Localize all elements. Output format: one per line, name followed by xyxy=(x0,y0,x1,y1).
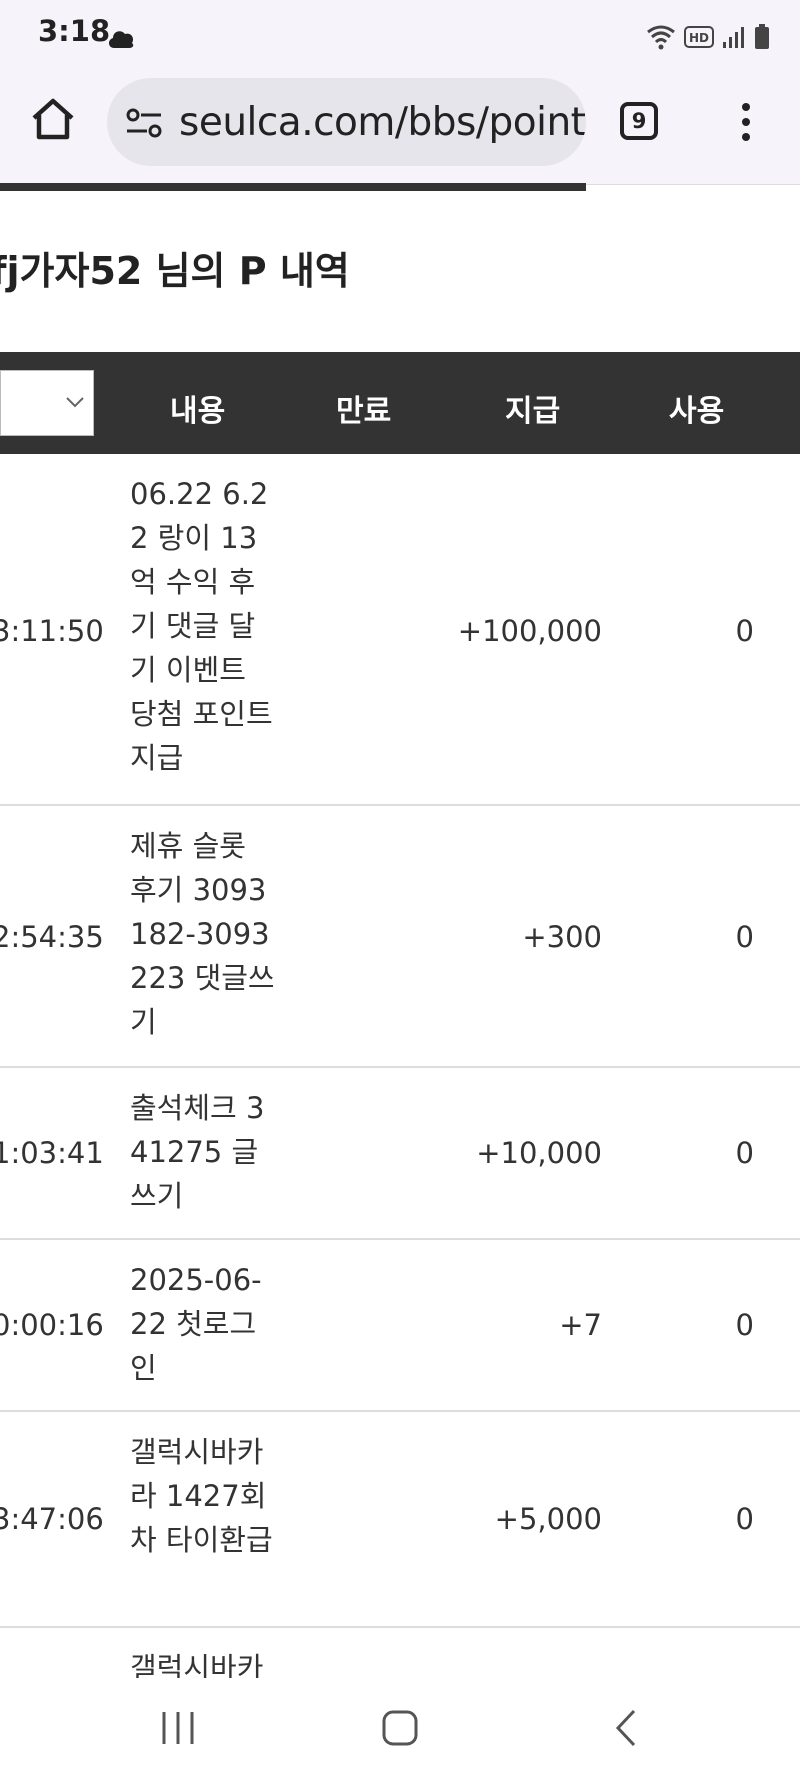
recent-apps-icon[interactable] xyxy=(158,1708,198,1748)
home-icon[interactable] xyxy=(30,96,76,142)
battery-icon xyxy=(755,24,769,49)
site-settings-icon[interactable] xyxy=(125,106,163,140)
system-navigation-bar xyxy=(0,1678,800,1778)
row-use: 0 xyxy=(735,1308,754,1342)
url-text[interactable]: seulca.com/bbs/point.p xyxy=(179,100,586,145)
header-give: 지급 xyxy=(505,394,561,429)
row-content[interactable]: 출석체크 341275 글쓰기 xyxy=(130,1086,280,1218)
header-use: 사용 xyxy=(669,394,725,429)
table-row: 0:00:16 2025-06-22 첫로그인 +7 0 xyxy=(0,1240,800,1412)
row-give: +7 xyxy=(559,1308,602,1342)
table-row: 2:54:35 제휴 슬롯 후기 3093182-3093223 댓글쓰기 +3… xyxy=(0,806,800,1068)
row-use: 0 xyxy=(735,614,754,648)
browser-toolbar: seulca.com/bbs/point.p 9 xyxy=(0,74,800,185)
row-content[interactable]: 갤럭시바카라 1427회차 타이환급 xyxy=(130,1430,280,1562)
svg-text:HD: HD xyxy=(689,31,709,45)
row-time: 3:47:06 xyxy=(0,1502,104,1536)
table-row: 3:11:50 06.22 6.22 랑이 13억 수익 후기 댓글 달기 이벤… xyxy=(0,454,800,806)
address-bar[interactable]: seulca.com/bbs/point.p xyxy=(107,78,586,166)
more-menu-icon[interactable] xyxy=(736,102,756,142)
back-icon[interactable] xyxy=(606,1708,646,1748)
status-bar: 3:18 HD xyxy=(0,0,800,74)
home-nav-icon[interactable] xyxy=(380,1708,420,1748)
row-content[interactable]: 제휴 슬롯 후기 3093182-3093223 댓글쓰기 xyxy=(130,824,280,1044)
table-row: 3:47:06 갤럭시바카라 1427회차 타이환급 +5,000 0 xyxy=(0,1412,800,1628)
row-give: +10,000 xyxy=(476,1136,602,1170)
table-header: 내용 만료 지급 사용 xyxy=(0,352,800,454)
hd-icon: HD xyxy=(684,26,714,48)
cloud-icon xyxy=(108,31,134,48)
row-time: 3:11:50 xyxy=(0,614,104,648)
row-content[interactable]: 2025-06-22 첫로그인 xyxy=(130,1258,280,1390)
row-content[interactable]: 06.22 6.22 랑이 13억 수익 후기 댓글 달기 이벤트 당첨 포인트… xyxy=(130,472,280,780)
table-row: 1:03:41 출석체크 341275 글쓰기 +10,000 0 xyxy=(0,1068,800,1240)
status-time: 3:18 xyxy=(38,14,111,48)
row-give: +5,000 xyxy=(494,1502,602,1536)
row-time: 2:54:35 xyxy=(0,920,104,954)
chevron-down-icon xyxy=(66,397,84,408)
page-title: fj가자52 님의 P 내역 xyxy=(0,249,350,293)
filter-select[interactable] xyxy=(0,370,94,436)
row-give: +100,000 xyxy=(457,614,602,648)
page-progress-bar xyxy=(0,183,586,191)
tab-switcher-button[interactable]: 9 xyxy=(620,102,658,140)
row-time: 0:00:16 xyxy=(0,1308,104,1342)
wifi-icon xyxy=(647,25,675,50)
row-use: 0 xyxy=(735,920,754,954)
header-content: 내용 xyxy=(170,394,226,429)
status-icons: HD xyxy=(646,22,770,52)
header-expire: 만료 xyxy=(336,394,392,429)
row-use: 0 xyxy=(735,1502,754,1536)
signal-icon xyxy=(723,27,744,48)
row-use: 0 xyxy=(735,1136,754,1170)
row-time: 1:03:41 xyxy=(0,1136,104,1170)
row-give: +300 xyxy=(522,920,602,954)
